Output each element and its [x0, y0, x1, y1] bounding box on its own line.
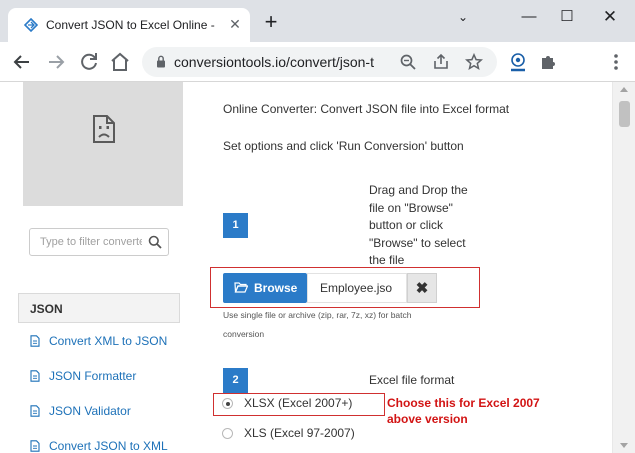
close-icon[interactable]: ✖ [408, 279, 436, 297]
browse-button[interactable]: Browse [223, 273, 307, 303]
sad-page-icon [93, 115, 115, 143]
tab-title: Convert JSON to Excel Online - JSON [46, 18, 216, 32]
filter-converters-field[interactable] [29, 228, 169, 256]
xlsx-radio[interactable] [222, 398, 233, 409]
annotation-callout: Choose this for Excel 2007 above version [387, 396, 540, 426]
page-scrollbar[interactable] [612, 82, 635, 453]
upload-instructions: Drag and Drop the file on "Browse" butto… [369, 183, 468, 267]
tab-close-icon[interactable]: ✕ [227, 16, 243, 32]
radio-selected-dot [225, 401, 230, 406]
maximize-icon[interactable]: ☐ [555, 8, 579, 26]
sidebar: JSON Convert XML to JSON JSON Formatter … [0, 82, 198, 453]
tab-search-chevron-down-icon[interactable]: ⌄ [451, 8, 475, 26]
search-icon[interactable] [148, 235, 162, 249]
broken-ad-frame [23, 82, 183, 206]
sidebar-item-convert-xml-to-json[interactable]: Convert XML to JSON [18, 326, 193, 356]
xlsx-option-label[interactable]: XLSX (Excel 2007+) [244, 396, 352, 410]
sidebar-section-json: JSON [18, 293, 180, 323]
document-icon [30, 405, 40, 417]
xls-radio[interactable] [222, 428, 233, 439]
reload-icon[interactable] [77, 50, 101, 74]
window-close-icon[interactable]: ✕ [598, 8, 622, 26]
new-tab-button[interactable]: + [260, 11, 282, 34]
back-arrow-icon[interactable] [10, 50, 34, 74]
upload-hint: Use single file or archive (zip, rar, 7z… [223, 310, 412, 339]
instructions-text: Set options and click 'Run Conversion' b… [223, 139, 464, 153]
sidebar-item-label[interactable]: JSON Formatter [49, 369, 136, 383]
scroll-down-arrow-icon[interactable] [620, 443, 628, 448]
sidebar-item-label[interactable]: Convert JSON to XML [49, 439, 168, 453]
document-icon [30, 335, 40, 347]
url-text[interactable]: conversiontools.io/convert/json-t... [174, 54, 374, 70]
star-icon[interactable] [465, 53, 483, 71]
puzzle-icon[interactable] [538, 52, 558, 72]
active-tab[interactable]: Convert JSON to Excel Online - JSON ✕ [8, 8, 250, 42]
zoom-icon[interactable] [399, 53, 417, 71]
forward-arrow-icon[interactable] [44, 50, 68, 74]
step-1-badge: 1 [223, 213, 248, 238]
share-icon[interactable] [432, 53, 450, 71]
sidebar-item-json-formatter[interactable]: JSON Formatter [18, 361, 193, 391]
scrollbar-thumb[interactable] [619, 101, 630, 127]
selected-file-field[interactable]: Employee.jso [307, 273, 407, 303]
excel-format-label: Excel file format [369, 373, 455, 387]
filter-input[interactable] [30, 229, 142, 255]
folder-open-icon [234, 282, 248, 293]
browse-label[interactable]: Browse [254, 281, 297, 295]
sidebar-item-convert-json-to-xml[interactable]: Convert JSON to XML [18, 431, 193, 453]
document-icon [30, 440, 40, 452]
tab-strip: Convert JSON to Excel Online - JSON ✕ + … [0, 0, 635, 42]
scroll-up-arrow-icon[interactable] [620, 87, 628, 92]
step-2-badge: 2 [223, 368, 248, 393]
address-bar[interactable]: conversiontools.io/convert/json-t... [142, 47, 497, 77]
sidebar-item-label[interactable]: JSON Validator [49, 404, 131, 418]
page-heading: Online Converter: Convert JSON file into… [223, 102, 510, 116]
converter-favicon-icon [24, 18, 38, 32]
minimize-icon[interactable]: — [517, 8, 541, 26]
browser-toolbar: conversiontools.io/convert/json-t... [0, 42, 635, 82]
home-icon[interactable] [108, 50, 132, 74]
sidebar-item-json-validator[interactable]: JSON Validator [18, 396, 193, 426]
clear-file-button[interactable]: ✖ [407, 273, 437, 303]
document-icon [30, 370, 40, 382]
converter-panel: Online Converter: Convert JSON file into… [198, 82, 612, 453]
page-content: JSON Convert XML to JSON JSON Formatter … [0, 82, 635, 453]
xls-option-label[interactable]: XLS (Excel 97-2007) [244, 426, 355, 440]
extension-icon[interactable] [508, 52, 528, 72]
more-vert-icon[interactable] [606, 51, 626, 73]
sidebar-item-label[interactable]: Convert XML to JSON [49, 334, 167, 348]
lock-icon[interactable] [156, 55, 166, 68]
